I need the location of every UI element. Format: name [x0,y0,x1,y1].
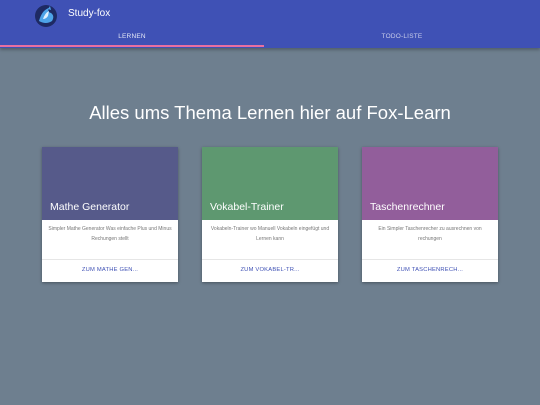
app-bar: Study-fox LERNEN TODO-LISTE [0,0,540,48]
page-headline: Alles ums Thema Lernen hier auf Fox-Lear… [89,102,451,124]
card-mathe-generator: Mathe Generator Simpler Mathe Generator … [42,147,178,282]
card-action-button[interactable]: ZUM MATHE GEN... [42,266,178,275]
card-media: Mathe Generator [42,147,178,220]
card-description: Ein Simpler Taschenrecher zu ausrechnen … [378,226,482,242]
card-divider [362,259,498,260]
active-tab-indicator [0,45,264,47]
card-divider [42,259,178,260]
tab-lernen[interactable]: LERNEN [0,32,264,46]
card-description: Simpler Mathe Generator Was einfache Plu… [48,226,172,242]
card-description: Vokabeln-Trainer wo Manuell Vokabeln ein… [210,226,330,242]
card-action-button[interactable]: ZUM VOKABEL-TR... [202,266,338,275]
card-action-button[interactable]: ZUM TASCHENRECH... [362,266,498,275]
tab-todo-liste[interactable]: TODO-LISTE [264,32,540,46]
card-divider [202,259,338,260]
fox-logo-icon[interactable] [34,4,58,28]
card-vokabel-trainer: Vokabel-Trainer Vokabeln-Trainer wo Manu… [202,147,338,282]
card-media: Taschenrechner [362,147,498,220]
card-media: Vokabel-Trainer [202,147,338,220]
card-title: Mathe Generator [50,201,130,213]
app-title: Study-fox [68,8,111,19]
card-title: Taschenrechner [370,201,445,213]
card-taschenrechner: Taschenrechner Ein Simpler Taschenrecher… [362,147,498,282]
card-title: Vokabel-Trainer [210,201,284,213]
